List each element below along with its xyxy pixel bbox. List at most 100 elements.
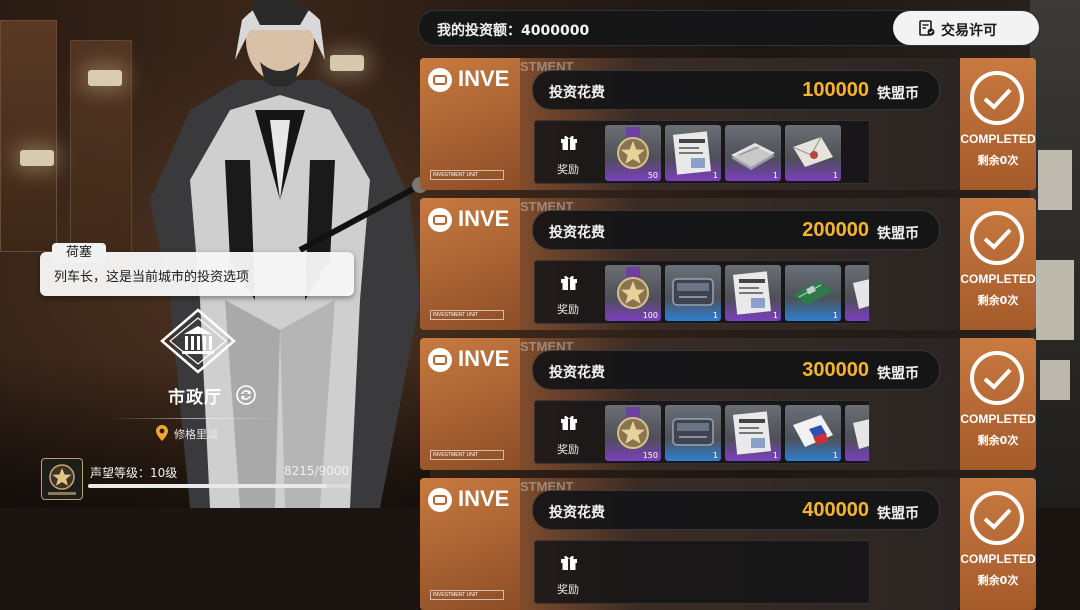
paper-icon [845, 419, 869, 461]
wall-notice [1038, 150, 1072, 210]
brand-text: INVE [458, 66, 510, 91]
investment-unit-tag: INVESTMENT UNIT [430, 590, 504, 600]
reward-header: 奖励 [549, 269, 589, 316]
reward-count: 50 [647, 171, 658, 180]
reward-item[interactable]: 1 [665, 405, 721, 461]
investment-cost: 投资花费 300000 铁盟币 [532, 350, 940, 390]
cost-value: 300000 [802, 359, 869, 381]
currency-label: 铁盟币 [877, 506, 919, 522]
reward-count: 1 [832, 171, 838, 180]
ceiling-lamp [20, 150, 54, 166]
gift-icon [560, 553, 578, 571]
reward-item[interactable]: 1 [725, 125, 781, 181]
trade-license-button[interactable]: 交易许可 [893, 11, 1039, 45]
currency-label: 铁盟币 [877, 226, 919, 242]
reward-item[interactable]: 1 [785, 125, 841, 181]
check-circle-icon [969, 210, 1025, 266]
investment-unit-tag: INVESTMENT UNIT [430, 450, 504, 460]
brand-text: INVE [458, 346, 510, 371]
investment-card[interactable]: INVE INVESTMENT UNIT STMENT 投资花费 300000 … [420, 338, 1036, 470]
reward-count: 1 [712, 171, 718, 180]
reward-item[interactable]: 150 [605, 405, 661, 461]
reputation-level: 声望等级：10级 [90, 466, 178, 480]
location-text: 修格里城 [174, 428, 218, 441]
reward-item[interactable]: 1 [785, 265, 841, 321]
gift-icon [560, 413, 578, 431]
reward-label: 奖励 [557, 303, 579, 316]
divider [110, 418, 280, 419]
reward-count: 1 [772, 311, 778, 320]
switch-building-icon[interactable] [236, 385, 256, 405]
reward-label: 奖励 [557, 443, 579, 456]
cost-label: 投资花费 [549, 505, 605, 521]
reward-item[interactable] [845, 265, 869, 321]
status-label: COMPLETED [960, 132, 1036, 146]
reward-item[interactable] [845, 405, 869, 461]
brand-text: INVE [458, 206, 510, 231]
reward-count: 100 [642, 311, 658, 320]
completion-status: COMPLETED 剩余0次 [960, 58, 1036, 190]
reward-count: 1 [832, 311, 838, 320]
cost-label: 投资花费 [549, 365, 605, 381]
cost-value: 400000 [802, 499, 869, 521]
reward-count: 1 [832, 451, 838, 460]
status-label: COMPLETED [960, 412, 1036, 426]
cost-label: 投资花费 [549, 85, 605, 101]
reward-label: 奖励 [557, 163, 579, 176]
investment-cost: 投资花费 400000 铁盟币 [532, 490, 940, 530]
reward-item[interactable]: 100 [605, 265, 661, 321]
investment-header: 我的投资额：4000000 交易许可 [418, 10, 1040, 46]
investment-unit-tag: INVESTMENT UNIT [430, 170, 504, 180]
reward-item[interactable]: 50 [605, 125, 661, 181]
dialogue-text: 列车长，这是当前城市的投资选项 [54, 270, 250, 285]
investment-card[interactable]: INVE INVESTMENT UNIT STMENT 投资花费 400000 … [420, 478, 1036, 610]
reward-count: 1 [712, 311, 718, 320]
check-circle-icon [969, 350, 1025, 406]
completion-status: COMPLETED 剩余0次 [960, 478, 1036, 610]
reputation-progress-fill [88, 484, 328, 488]
investment-unit-banner: INVE INVESTMENT UNIT [420, 58, 520, 190]
reward-count: 1 [712, 451, 718, 460]
investment-unit-banner: INVE INVESTMENT UNIT [420, 478, 520, 610]
completion-status: COMPLETED 剩余0次 [960, 338, 1036, 470]
investment-card[interactable]: INVE INVESTMENT UNIT STMENT 投资花费 200000 … [420, 198, 1036, 330]
location-pin-icon [156, 425, 168, 441]
wall-notice [1036, 260, 1074, 340]
reward-item[interactable]: 1 [665, 125, 721, 181]
remaining-count: 剩余0次 [977, 574, 1019, 587]
reward-header: 奖励 [549, 129, 589, 176]
reputation-badge-icon[interactable] [41, 458, 83, 500]
currency-label: 铁盟币 [877, 366, 919, 382]
investment-logo-icon [428, 68, 452, 92]
check-circle-icon [969, 70, 1025, 126]
cost-value: 200000 [802, 219, 869, 241]
investment-card[interactable]: INVE INVESTMENT UNIT STMENT 投资花费 100000 … [420, 58, 1036, 190]
gift-icon [560, 273, 578, 291]
reward-list: 奖励 [534, 540, 870, 604]
reward-item[interactable]: 1 [725, 265, 781, 321]
reward-header: 奖励 [549, 549, 589, 596]
reward-count: 150 [642, 451, 658, 460]
paper-icon [845, 279, 869, 321]
wall-panel [0, 20, 57, 252]
reward-item[interactable]: 1 [785, 405, 841, 461]
status-label: COMPLETED [960, 552, 1036, 566]
completion-status: COMPLETED 剩余0次 [960, 198, 1036, 330]
my-investment-amount: 我的投资额：4000000 [437, 23, 590, 39]
reward-list: 奖励 150 1 1 1 [534, 400, 870, 464]
reward-item[interactable]: 1 [725, 405, 781, 461]
check-circle-icon [969, 490, 1025, 546]
reward-count: 1 [772, 451, 778, 460]
investment-logo-icon [428, 208, 452, 232]
building-name: 市政厅 [168, 388, 222, 408]
city-hall-emblem-icon [160, 308, 236, 374]
investment-cost: 投资花费 100000 铁盟币 [532, 70, 940, 110]
reward-item[interactable]: 1 [665, 265, 721, 321]
remaining-count: 剩余0次 [977, 434, 1019, 447]
brand-text: INVE [458, 486, 510, 511]
investment-unit-banner: INVE INVESTMENT UNIT [420, 338, 520, 470]
investment-unit-banner: INVE INVESTMENT UNIT [420, 198, 520, 330]
remaining-count: 剩余0次 [977, 154, 1019, 167]
reputation-progress-bar [88, 484, 350, 488]
right-wall [1030, 0, 1080, 508]
